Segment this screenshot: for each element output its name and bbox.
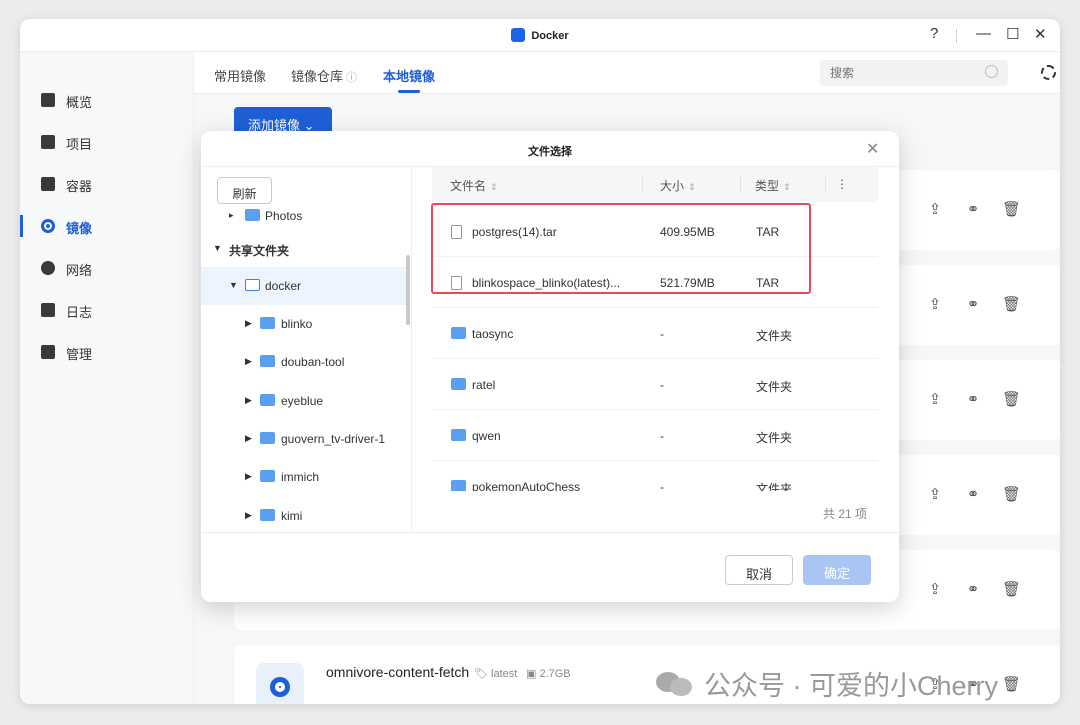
caret-right-icon: ▸ (229, 210, 234, 220)
tree-item-guovern[interactable]: ▶ guovern_tv-driver-1 (201, 420, 406, 458)
caret-right-icon: ▶ (245, 433, 252, 443)
folder-icon (245, 279, 260, 291)
cancel-button[interactable]: 取消 (725, 555, 793, 585)
modal-overlay: 文件选择 ✕ ▸ Photos 刷新 ▼ 共享文件夹 ▼ docker ▶ blinko… (0, 0, 1080, 725)
column-header-name[interactable]: 文件名 ⇕ (450, 177, 498, 194)
folder-icon (451, 480, 466, 491)
caret-right-icon: ▶ (245, 318, 252, 328)
caret-right-icon: ▶ (245, 510, 252, 520)
caret-right-icon: ▶ (245, 471, 252, 481)
caret-right-icon: ▶ (245, 356, 252, 366)
folder-icon (260, 317, 275, 329)
dialog-header: 文件选择 ✕ (201, 131, 899, 167)
dialog-title: 文件选择 (528, 146, 572, 158)
dialog-footer: 取消 确定 (201, 532, 899, 602)
selection-highlight-box (431, 203, 811, 294)
file-row[interactable]: ratel - 文件夹 (432, 359, 878, 410)
file-row[interactable]: pokemonAutoChess - 文件夹 (432, 461, 878, 491)
file-select-dialog: 文件选择 ✕ ▸ Photos 刷新 ▼ 共享文件夹 ▼ docker ▶ blinko… (201, 131, 899, 602)
sort-icon: ⇕ (688, 182, 696, 192)
folder-icon (260, 470, 275, 482)
file-row[interactable]: qwen - 文件夹 (432, 410, 878, 461)
column-header-type[interactable]: 类型 ⇕ (755, 177, 791, 194)
close-icon[interactable]: ✕ (866, 139, 879, 159)
caret-down-icon: ▼ (229, 280, 238, 290)
tree-item-blinko[interactable]: ▶ blinko (201, 305, 406, 343)
sort-icon: ⇕ (490, 182, 498, 192)
column-header-size[interactable]: 大小 ⇕ (660, 177, 696, 194)
folder-icon (260, 509, 275, 521)
item-count: 共 21 项 (823, 507, 868, 521)
folder-icon (245, 209, 260, 221)
more-columns-icon[interactable]: ⋮ (836, 177, 848, 191)
folder-icon (260, 355, 275, 367)
tree-scrollbar[interactable] (406, 255, 410, 325)
folder-tree: ▸ Photos 刷新 ▼ 共享文件夹 ▼ docker ▶ blinko ▶ douba… (201, 167, 412, 532)
folder-icon (451, 327, 466, 339)
tree-item-shared-folder[interactable]: ▼ 共享文件夹 (201, 230, 406, 268)
caret-down-icon: ▼ (213, 243, 222, 253)
tree-item-kimi[interactable]: ▶ kimi (201, 497, 406, 532)
tree-item-immich[interactable]: ▶ immich (201, 458, 406, 496)
tree-item-docker[interactable]: ▼ docker (201, 267, 406, 305)
caret-right-icon: ▶ (245, 395, 252, 405)
file-table-header: 文件名 ⇕ 大小 ⇕ 类型 ⇕ ⋮ (432, 167, 878, 202)
confirm-button[interactable]: 确定 (803, 555, 871, 585)
folder-icon (451, 429, 466, 441)
wechat-logo-icon (656, 668, 696, 696)
folder-icon (260, 394, 275, 406)
file-row[interactable]: taosync - 文件夹 (432, 308, 878, 359)
watermark-text: 公众号 · 可爱的小Cherry (704, 671, 999, 701)
folder-icon (260, 432, 275, 444)
tree-item-douban-tool[interactable]: ▶ douban-tool (201, 343, 406, 381)
refresh-button[interactable]: 刷新 (217, 177, 272, 204)
tree-item-eyeblue[interactable]: ▶ eyeblue (201, 382, 406, 420)
folder-icon (451, 378, 466, 390)
sort-icon: ⇕ (783, 182, 791, 192)
